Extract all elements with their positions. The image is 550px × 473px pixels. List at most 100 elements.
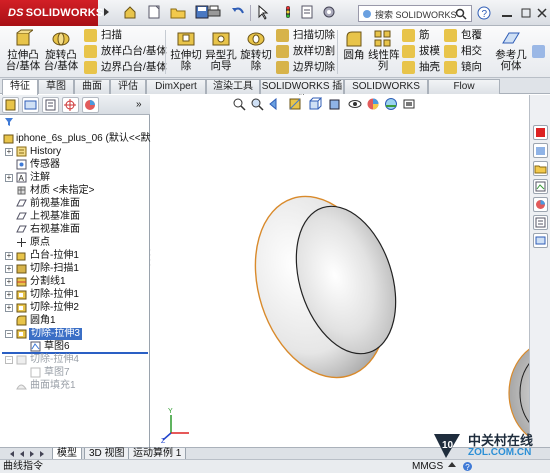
revolve-cut-button[interactable]: 旋转切 除 xyxy=(238,29,274,72)
hide-show-items-icon[interactable] xyxy=(348,97,362,111)
sweep-button[interactable]: 扫描 xyxy=(84,28,122,43)
tree-item-origin[interactable]: 原点 xyxy=(0,237,150,250)
tab-features[interactable]: 特征 xyxy=(2,79,38,95)
expand-icon[interactable]: + xyxy=(5,304,13,312)
file-explorer-icon[interactable] xyxy=(533,161,548,176)
reference-geometry-button[interactable]: 参考几 何体 xyxy=(493,29,529,72)
expand-icon[interactable]: + xyxy=(5,265,13,273)
solidworks-logo[interactable]: DS SOLIDWORKS xyxy=(0,0,103,26)
tab-flow-simulation[interactable]: Flow Simulation xyxy=(428,79,500,106)
expand-icon[interactable]: + xyxy=(5,252,13,260)
design-library-icon[interactable] xyxy=(533,143,548,158)
dimxpert-manager-tab-icon[interactable] xyxy=(62,97,79,113)
draft-button[interactable]: 拔模 xyxy=(402,44,440,59)
hole-wizard-button[interactable]: 异型孔 向导 xyxy=(203,29,239,72)
tab-render-tools[interactable]: 渲染工具 xyxy=(206,79,260,94)
revolve-boss-button[interactable]: 旋转凸 台/基体 xyxy=(43,29,79,72)
shell-button[interactable]: 抽壳 xyxy=(402,60,440,75)
tree-item-top-plane[interactable]: 上视基准面 xyxy=(0,211,150,224)
view-palette-icon[interactable] xyxy=(533,179,548,194)
home-icon[interactable] xyxy=(122,4,138,22)
display-manager-tab-icon[interactable] xyxy=(82,97,99,113)
swept-cut-button[interactable]: 扫描切除 xyxy=(276,28,335,43)
tree-item-cut-extrude2[interactable]: + 切除-拉伸2 xyxy=(0,302,150,315)
lofted-cut-button[interactable]: 放样切割 xyxy=(276,44,335,59)
options-gear-icon[interactable] xyxy=(321,4,337,22)
section-view-icon[interactable] xyxy=(288,97,302,111)
help-icon[interactable]: ? xyxy=(476,5,492,21)
custom-properties-icon[interactable] xyxy=(533,215,548,230)
wrap-button[interactable]: 包覆 xyxy=(444,28,482,43)
configuration-manager-tab-icon[interactable] xyxy=(42,97,59,113)
tree-item-cut-extrude3[interactable]: − 切除-拉伸3 xyxy=(0,328,150,341)
expand-icon[interactable]: + xyxy=(5,148,13,156)
solidworks-forum-icon[interactable] xyxy=(533,233,548,248)
edit-appearance-icon[interactable] xyxy=(366,97,380,111)
print-icon[interactable] xyxy=(206,4,222,22)
display-style-icon[interactable] xyxy=(328,97,342,111)
boundary-cut-button[interactable]: 边界切除 xyxy=(276,60,335,75)
graphics-area[interactable]: Y Z xyxy=(151,95,529,447)
tree-root[interactable]: iphone_6s_plus_06 (默认<<默认 xyxy=(0,133,161,146)
undo-icon[interactable] xyxy=(230,4,246,22)
expand-icon[interactable]: + xyxy=(5,174,13,182)
previous-view-icon[interactable] xyxy=(268,97,282,111)
curves-button[interactable] xyxy=(532,44,548,59)
tree-item-history[interactable]: + History xyxy=(0,146,150,159)
tree-item-annotations[interactable]: + A 注解 xyxy=(0,172,150,185)
minimize-icon[interactable] xyxy=(499,5,515,21)
tree-item-fill-surface1[interactable]: 曲面填充1 xyxy=(0,380,150,393)
select-cursor-icon[interactable] xyxy=(255,4,271,22)
extrude-cut-button[interactable]: 拉伸切 除 xyxy=(168,29,204,72)
tab-surfaces[interactable]: 曲面 xyxy=(74,79,110,94)
solidworks-resources-icon[interactable] xyxy=(533,125,548,140)
boundary-boss-button[interactable]: 边界凸台/基体 xyxy=(84,60,167,75)
help-status-icon[interactable]: ? xyxy=(462,461,473,473)
linear-pattern-button[interactable]: 线性阵 列 xyxy=(368,29,400,72)
search-input[interactable]: 搜索 SOLIDWORKS xyxy=(358,5,472,22)
tree-item-right-plane[interactable]: 右视基准面 xyxy=(0,224,150,237)
mirror-button[interactable]: 镜向 xyxy=(444,60,482,75)
tab-evaluate[interactable]: 评估 xyxy=(110,79,146,94)
tree-item-cut-extrude1[interactable]: + 切除-拉伸1 xyxy=(0,289,150,302)
view-orientation-icon[interactable] xyxy=(308,97,323,111)
open-folder-icon[interactable] xyxy=(170,4,186,22)
zoom-to-fit-icon[interactable] xyxy=(232,97,246,111)
tree-item-material[interactable]: 材质 <未指定> xyxy=(0,185,150,198)
fillet-button[interactable]: 圆角 xyxy=(340,29,368,61)
collapse-icon[interactable]: − xyxy=(5,330,13,338)
tab-scroll-arrows[interactable] xyxy=(4,449,44,459)
tree-item-fillet1[interactable]: 圆角1 xyxy=(0,315,150,328)
close-icon[interactable] xyxy=(535,5,550,21)
zoom-area-icon[interactable] xyxy=(250,97,264,111)
tab-dimxpert[interactable]: DimXpert xyxy=(146,79,206,94)
tree-item-split-line1[interactable]: + 分割线1 xyxy=(0,276,150,289)
feature-tree-tab-icon[interactable] xyxy=(2,97,19,113)
rebuild-icon[interactable] xyxy=(280,4,296,22)
property-manager-tab-icon[interactable] xyxy=(22,97,39,113)
units-menu-arrow-icon[interactable] xyxy=(448,462,456,467)
apply-scene-icon[interactable] xyxy=(384,97,398,111)
loft-button[interactable]: 放样凸台/基体 xyxy=(84,44,167,59)
tree-item-sensors[interactable]: 传感器 xyxy=(0,159,150,172)
expand-panel-icon[interactable]: » xyxy=(136,99,142,110)
tree-item-cut-sweep1[interactable]: + 切除-扫描1 xyxy=(0,263,150,276)
intersect-button[interactable]: 相交 xyxy=(444,44,482,59)
tree-item-sketch7[interactable]: 草图7 xyxy=(0,367,150,380)
collapse-icon[interactable]: − xyxy=(5,356,13,364)
new-document-icon[interactable] xyxy=(146,4,162,22)
search-icon[interactable] xyxy=(455,8,467,20)
view-settings-icon[interactable] xyxy=(402,97,416,111)
extrude-boss-button[interactable]: 拉伸凸 台/基体 xyxy=(5,29,41,72)
rib-button[interactable]: 筋 xyxy=(402,28,430,43)
appearances-scenes-icon[interactable] xyxy=(533,197,548,212)
expand-icon[interactable]: + xyxy=(5,291,13,299)
tree-item-front-plane[interactable]: 前视基准面 xyxy=(0,198,150,211)
filter-icon[interactable] xyxy=(4,117,14,127)
expand-icon[interactable]: + xyxy=(5,278,13,286)
tree-item-boss-extrude1[interactable]: + 凸台-拉伸1 xyxy=(0,250,150,263)
tab-solidworks-mbd[interactable]: SOLIDWORKS MBD xyxy=(344,79,428,106)
tab-solidworks-addins[interactable]: SOLIDWORKS 插件 xyxy=(260,79,344,106)
restore-icon[interactable] xyxy=(518,5,534,21)
tree-item-cut-extrude4[interactable]: − 切除-拉伸4 xyxy=(0,354,150,367)
